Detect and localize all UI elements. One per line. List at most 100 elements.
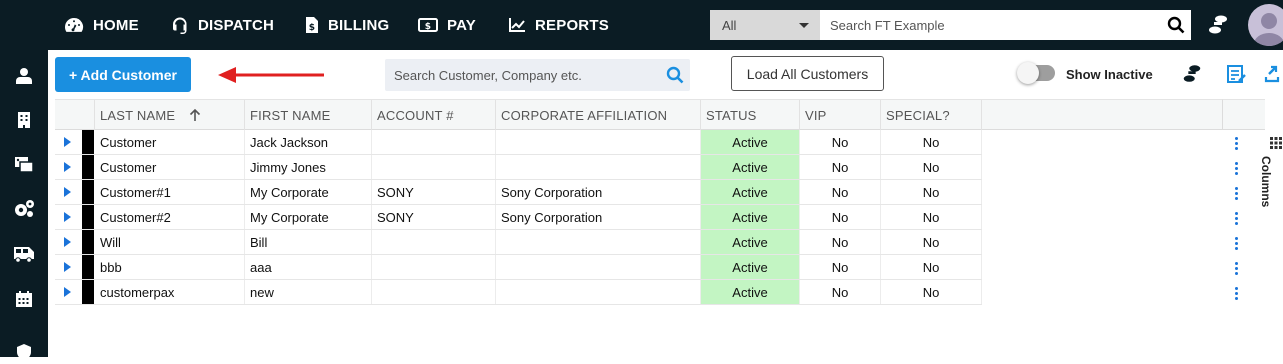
kebab-menu-icon [1234, 162, 1238, 175]
main-content: + Add Customer Load All Customers Show I… [48, 50, 1283, 357]
header-first-name-label: FIRST NAME [250, 107, 331, 123]
cell-account: SONY [372, 205, 496, 229]
expand-row-icon[interactable] [64, 212, 71, 222]
columns-panel-tab[interactable]: Columns [1259, 156, 1273, 207]
table-row[interactable]: bbb aaa Active No No [55, 255, 982, 280]
table-row[interactable]: Customer#1 My Corporate SONY Sony Corporati… [55, 180, 982, 205]
sidebar-item-contacts[interactable] [12, 64, 36, 88]
cell-status: Active [701, 280, 800, 304]
nav-billing[interactable]: $ BILLING [305, 0, 389, 50]
export-icon[interactable] [1260, 62, 1283, 86]
sidebar-item-calendar[interactable] [12, 287, 36, 311]
dashboard-icon [65, 17, 84, 32]
row-actions-menu[interactable] [1222, 156, 1250, 181]
cell-last: Customer [95, 155, 245, 179]
cell-last: customerpax [95, 280, 245, 304]
kebab-menu-icon [1234, 262, 1238, 275]
red-arrow-annotation-icon [218, 67, 324, 83]
header-status[interactable]: STATUS [701, 100, 800, 130]
nav-reports[interactable]: REPORTS [508, 0, 609, 50]
grid-header: LAST NAME FIRST NAME ACCOUNT # CORPORATE… [55, 99, 1265, 130]
add-customer-button[interactable]: + Add Customer [55, 57, 191, 92]
row-actions-menu[interactable] [1222, 256, 1250, 281]
header-special-label: SPECIAL? [886, 107, 950, 123]
nav-dispatch[interactable]: DISPATCH [171, 0, 274, 50]
sidebar-item-security[interactable] [12, 340, 36, 364]
global-search-input[interactable] [820, 10, 1161, 40]
edit-list-icon[interactable] [1224, 62, 1248, 86]
cell-first: Bill [245, 230, 372, 254]
cell-corp [496, 230, 701, 254]
expand-row-icon[interactable] [64, 137, 71, 147]
sort-ascending-icon[interactable] [189, 108, 201, 122]
toggle-knob [1017, 62, 1039, 84]
expand-row-icon[interactable] [64, 162, 71, 172]
row-color-swatch [82, 205, 94, 229]
customer-search-input[interactable] [385, 67, 660, 83]
avatar[interactable] [1248, 4, 1283, 46]
kebab-menu-icon [1234, 137, 1238, 150]
sidebar-item-companies[interactable] [12, 108, 36, 132]
row-actions-menu[interactable] [1222, 206, 1250, 231]
header-account-label: ACCOUNT # [377, 107, 454, 123]
header-expander-col [55, 100, 95, 130]
expand-row-icon[interactable] [64, 237, 71, 247]
header-account[interactable]: ACCOUNT # [372, 100, 496, 130]
row-actions-menu[interactable] [1222, 231, 1250, 256]
chart-icon [509, 18, 525, 32]
cell-corp [496, 280, 701, 304]
kebab-menu-icon [1234, 287, 1238, 300]
nav-home-label: HOME [93, 16, 139, 34]
expand-row-icon[interactable] [64, 287, 71, 297]
row-actions-menu[interactable] [1222, 181, 1250, 206]
nav-pay-label: PAY [447, 16, 476, 34]
expand-row-icon[interactable] [64, 187, 71, 197]
header-first-name[interactable]: FIRST NAME [245, 100, 372, 130]
row-color-swatch [82, 230, 94, 254]
cell-corp [496, 155, 701, 179]
cell-corp: Sony Corporation [496, 180, 701, 204]
table-row[interactable]: Customer#2 My Corporate SONY Sony Corporati… [55, 205, 982, 230]
show-inactive-toggle[interactable] [1017, 62, 1055, 84]
nav-reports-label: REPORTS [535, 16, 609, 34]
table-row[interactable]: Will Bill Active No No [55, 230, 982, 255]
cell-first: My Corporate [245, 205, 372, 229]
cell-vip: No [800, 230, 881, 254]
sidebar-item-settings[interactable] [12, 197, 36, 221]
cell-last: Customer#1 [95, 180, 245, 204]
header-vip[interactable]: VIP [800, 100, 881, 130]
nav-dispatch-label: DISPATCH [198, 16, 275, 34]
table-row[interactable]: Customer Jimmy Jones Active No No [55, 155, 982, 180]
row-actions-menu[interactable] [1222, 281, 1250, 306]
row-color-swatch [82, 180, 94, 204]
header-special[interactable]: SPECIAL? [881, 100, 982, 130]
search-category-select[interactable]: All [710, 10, 820, 40]
row-color-swatch [82, 130, 94, 154]
cell-vip: No [800, 130, 881, 154]
footprint-icon[interactable] [1206, 13, 1230, 42]
expand-row-icon[interactable] [64, 262, 71, 272]
sidebar-item-vehicles[interactable] [12, 242, 36, 266]
grid-columns-icon[interactable] [1270, 137, 1282, 149]
nav-pay[interactable]: $ PAY [418, 0, 476, 50]
bus-icon [14, 247, 34, 263]
search-icon[interactable] [1161, 10, 1191, 40]
header-status-label: STATUS [706, 107, 757, 123]
svg-text:$: $ [425, 22, 431, 32]
footprint-icon[interactable] [1180, 62, 1204, 86]
row-actions-menu[interactable] [1222, 131, 1250, 156]
cell-last: Customer#2 [95, 205, 245, 229]
cell-corp [496, 130, 701, 154]
cell-special: No [881, 230, 982, 254]
header-corporate-affiliation[interactable]: CORPORATE AFFILIATION [496, 100, 701, 130]
nav-home[interactable]: HOME [64, 0, 139, 50]
load-all-customers-button[interactable]: Load All Customers [731, 56, 884, 91]
kebab-menu-icon [1234, 187, 1238, 200]
calendar-icon [16, 291, 32, 307]
shield-icon [17, 344, 31, 360]
table-row[interactable]: customerpax new Active No No [55, 280, 982, 305]
table-row[interactable]: Customer Jack Jackson Active No No [55, 130, 982, 155]
search-icon[interactable] [660, 66, 690, 84]
sidebar-item-dispatch-board[interactable] [12, 152, 36, 176]
header-last-name[interactable]: LAST NAME [95, 100, 245, 130]
